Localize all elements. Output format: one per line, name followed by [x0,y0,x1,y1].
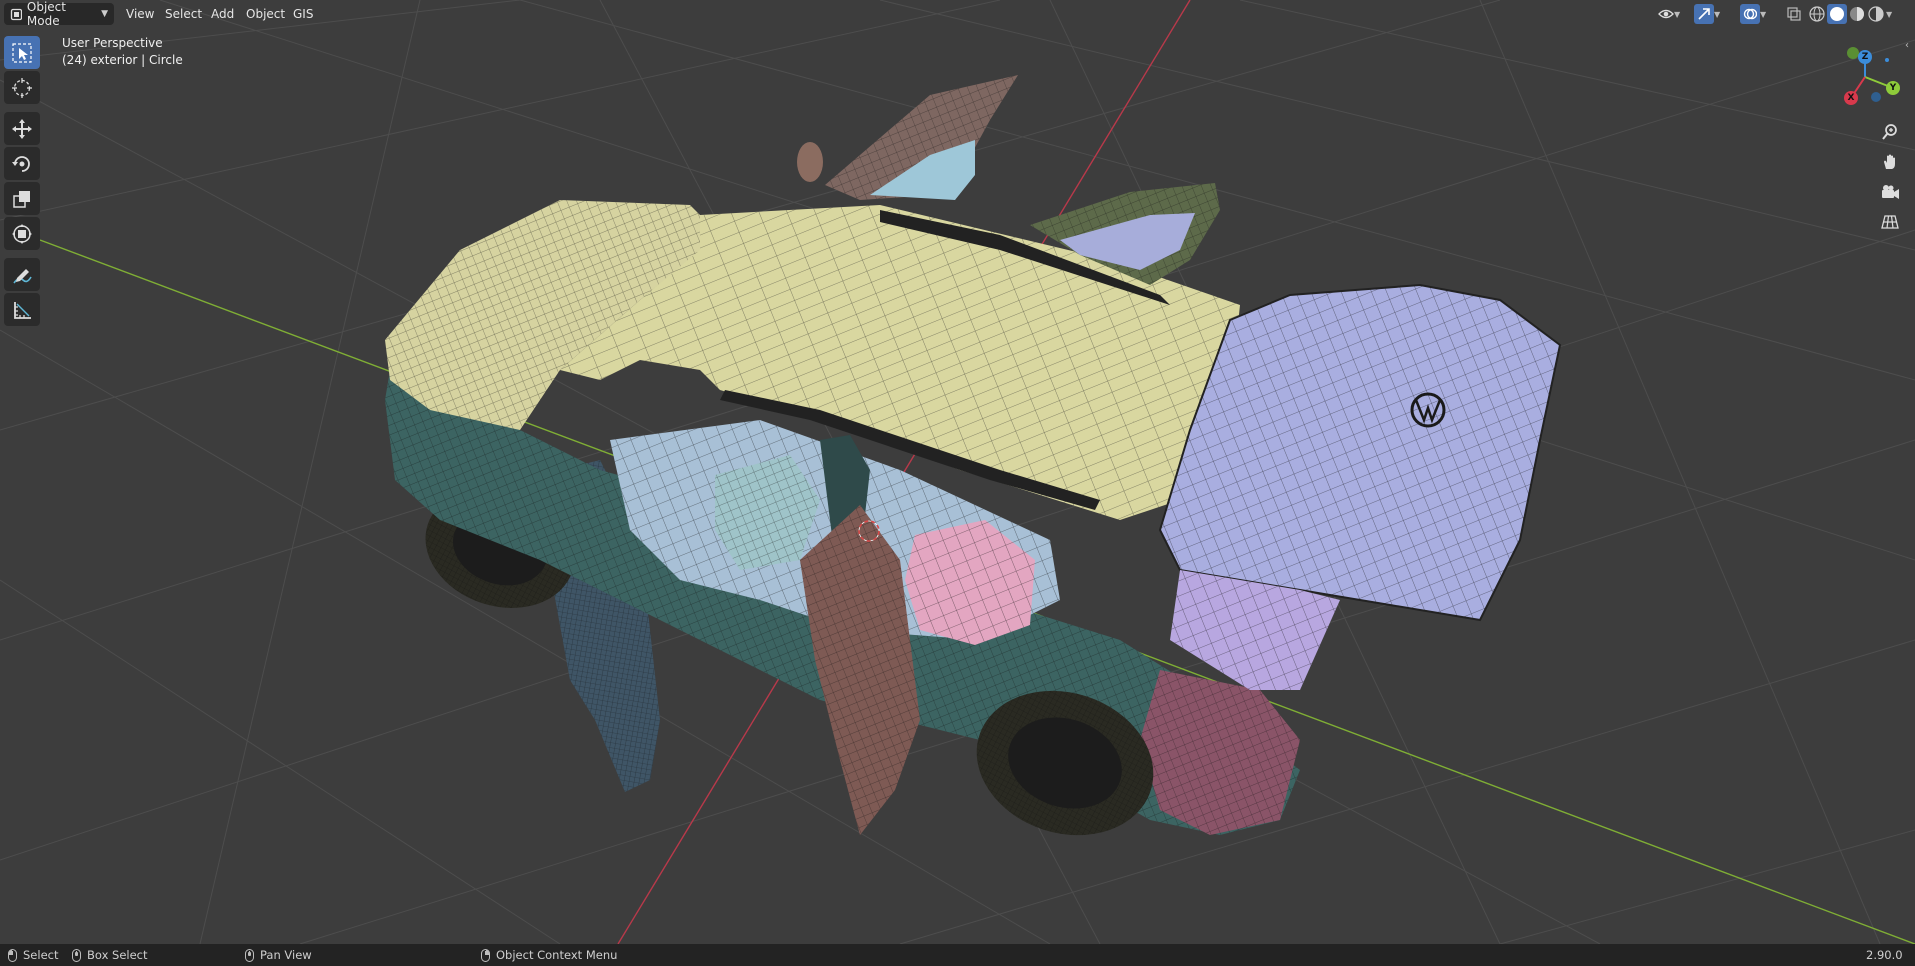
mode-selector[interactable]: Object Mode ▼ [4,0,114,28]
overlay-icon [1743,8,1757,20]
solid-shading-button[interactable] [1827,4,1847,24]
chevron-down-icon: ▼ [1760,9,1767,19]
chevron-down-icon: ▼ [1674,9,1681,19]
rotate-tool[interactable] [4,147,40,180]
menu-object[interactable]: Object [241,5,290,23]
gizmo-z-axis[interactable]: Z [1858,50,1872,64]
measure-tool[interactable] [4,293,40,326]
grid-perspective-icon [1881,215,1899,229]
mouse-middle-icon [245,948,254,962]
overlay-toggle-button[interactable] [1740,4,1760,24]
mouse-left-icon [8,948,17,962]
status-context-menu: Object Context Menu [481,947,617,963]
move-tool[interactable] [4,112,40,145]
mouse-right-icon [481,948,490,962]
hand-icon [1884,154,1895,169]
shading-modes: ▼ [1808,4,1892,24]
scale-icon [13,190,30,208]
status-box-select-label: Box Select [87,948,148,962]
scale-tool[interactable] [4,182,40,215]
annotate-tool[interactable] [4,258,40,291]
car-model[interactable] [385,75,1562,857]
rendered-shading-icon[interactable] [1867,5,1885,23]
move-icon [12,118,32,139]
transform-tool[interactable] [4,217,40,250]
status-box-select: Box Select [72,947,148,963]
transform-icon [12,223,32,244]
viewport-header: Object Mode ▼ View Select Add Object GIS… [0,0,1915,28]
object-mode-icon [10,8,22,20]
pan-button[interactable] [1876,148,1904,176]
xray-icon [1787,7,1801,21]
chevron-down-icon: ▼ [101,9,108,19]
status-pan-view: Pan View [245,947,312,963]
camera-view-button[interactable] [1876,178,1904,206]
version-label: 2.90.0 [1866,948,1903,962]
select-box-tool[interactable] [4,36,40,69]
mode-label: Object Mode [26,0,66,28]
mouse-drag-icon [72,948,81,962]
status-select-label: Select [23,948,59,962]
menu-add[interactable]: Add [206,5,239,23]
scene-canvas [0,0,1915,944]
xray-toggle-button[interactable] [1786,4,1802,24]
camera-icon [1882,185,1899,199]
wireframe-shading-icon[interactable] [1808,5,1826,23]
menu-select[interactable]: Select [160,5,207,23]
rotate-icon [12,155,30,172]
perspective-toggle-button[interactable] [1876,208,1904,236]
menu-view[interactable]: View [121,5,159,23]
sidebar-toggle-chevron-icon[interactable]: ‹ [1905,40,1909,51]
gizmo-icon [1698,8,1710,20]
material-shading-icon[interactable] [1848,5,1866,23]
visibility-dropdown[interactable]: ▼ [1658,4,1680,24]
cursor-icon [12,77,32,98]
3d-viewport[interactable]: Object Mode ▼ View Select Add Object GIS… [0,0,1915,944]
status-pan-view-label: Pan View [260,948,312,962]
active-object-label: (24) exterior | Circle [62,53,183,67]
gizmo-y-axis[interactable]: Y [1886,81,1900,95]
menu-gis[interactable]: GIS [288,5,318,23]
overlay-dropdown[interactable]: ▼ [1740,4,1766,24]
status-select: Select [8,947,58,963]
zoom-magnifier-icon [1882,124,1897,140]
chevron-down-icon[interactable]: ▼ [1886,10,1892,19]
tool-shelf [4,36,42,328]
chevron-down-icon: ▼ [1714,9,1721,19]
annotate-pencil-icon [13,268,32,283]
navigation-gizmo[interactable]: Z Y X [1815,42,1905,117]
gizmo-dropdown[interactable]: ▼ [1694,4,1720,24]
gizmo-toggle-button[interactable] [1694,4,1714,24]
cursor-tool[interactable] [4,71,40,104]
status-context-menu-label: Object Context Menu [496,948,618,962]
perspective-label: User Perspective [62,36,163,50]
measure-ruler-icon [14,301,31,319]
solid-shading-icon [1830,7,1844,21]
status-bar: Select Box Select Pan View Object Contex… [0,944,1915,966]
gizmo-x-axis[interactable]: X [1844,91,1858,105]
eye-icon [1658,9,1674,19]
zoom-button[interactable] [1876,118,1904,146]
select-box-icon [12,42,32,63]
